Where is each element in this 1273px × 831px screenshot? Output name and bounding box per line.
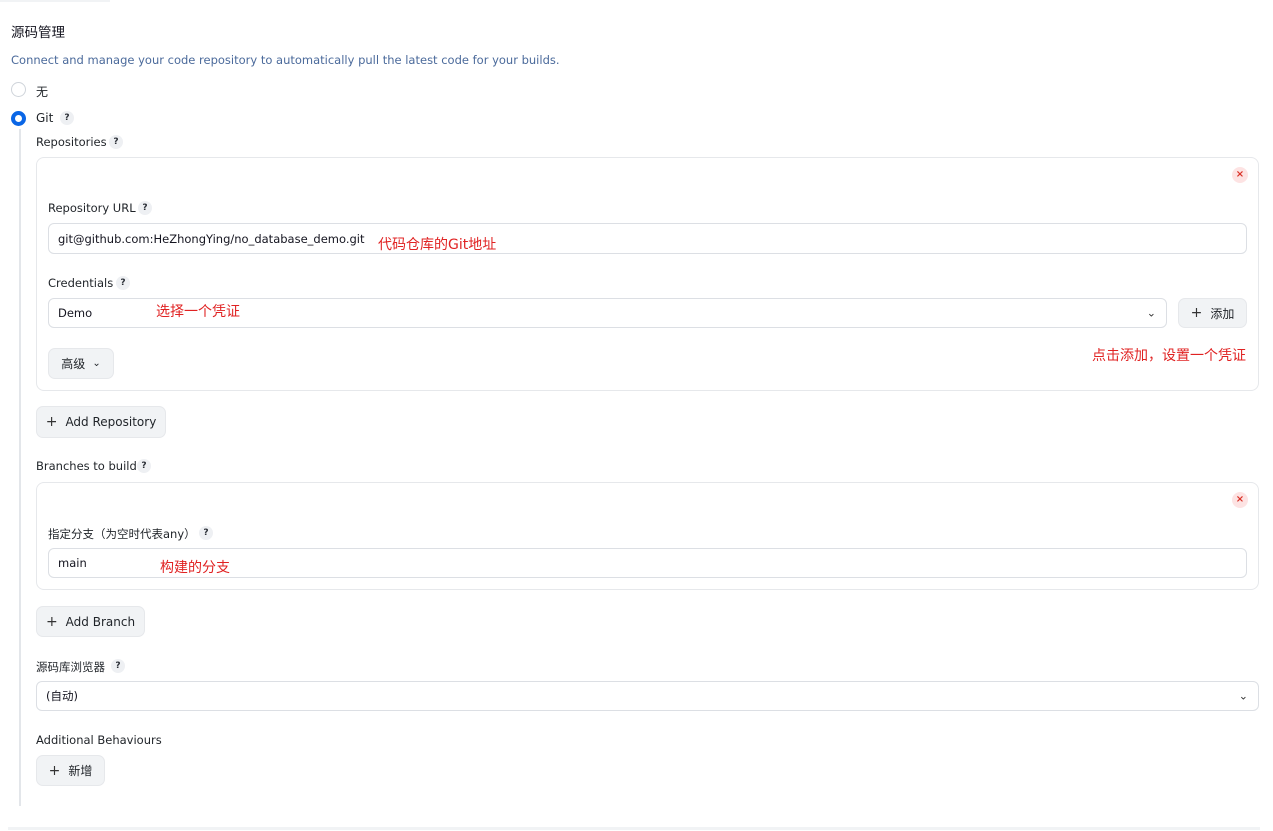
add-credential-button[interactable]: + 添加	[1178, 298, 1247, 328]
plus-icon: +	[1190, 305, 1203, 321]
chevron-down-icon: ⌄	[1146, 306, 1156, 320]
add-repository-label: Add Repository	[65, 415, 157, 429]
add-branch-button[interactable]: + Add Branch	[36, 606, 145, 637]
add-repository-button[interactable]: + Add Repository	[36, 406, 166, 438]
repository-browser-help-icon[interactable]: ?	[111, 659, 125, 673]
branch-specifier-value: main	[58, 556, 87, 570]
scm-none-radio[interactable]	[11, 82, 26, 97]
chevron-down-icon: ⌄	[92, 358, 101, 369]
additional-behaviours-label: Additional Behaviours	[36, 733, 162, 747]
repositories-help-icon[interactable]: ?	[109, 135, 123, 149]
branch-specifier-label: 指定分支（为空时代表any）	[48, 527, 196, 541]
repository-panel	[36, 157, 1259, 391]
section-title: 源码管理	[11, 25, 65, 41]
branches-label: Branches to build	[36, 459, 137, 473]
repository-browser-label: 源码库浏览器	[36, 660, 105, 674]
branch-specifier-help-icon[interactable]: ?	[199, 526, 213, 540]
credentials-label: Credentials	[48, 276, 114, 290]
chevron-down-icon: ⌄	[1238, 689, 1248, 703]
add-behaviour-label: 新增	[68, 764, 93, 778]
repository-url-help-icon[interactable]: ?	[138, 201, 152, 215]
plus-icon: +	[48, 762, 61, 779]
annotation-repo-url: 代码仓库的Git地址	[378, 237, 497, 253]
plus-icon: +	[45, 613, 58, 630]
plus-icon: +	[45, 414, 58, 430]
repository-url-input[interactable]: git@github.com:HeZhongYing/no_database_d…	[48, 223, 1247, 254]
branches-help-icon[interactable]: ?	[137, 459, 151, 473]
section-description: Connect and manage your code repository …	[11, 53, 560, 67]
scm-git-label[interactable]: Git	[36, 111, 53, 125]
repository-browser-value: (自动)	[46, 689, 78, 703]
delete-repository-icon[interactable]: ×	[1232, 167, 1248, 183]
top-divider	[0, 0, 110, 2]
scm-none-label[interactable]: 无	[36, 83, 48, 100]
annotation-add-credential: 点击添加，设置一个凭证	[1092, 348, 1246, 364]
credentials-help-icon[interactable]: ?	[116, 276, 130, 290]
repository-url-value: git@github.com:HeZhongYing/no_database_d…	[58, 231, 365, 246]
scm-git-radio[interactable]	[11, 111, 26, 126]
advanced-button[interactable]: 高级 ⌄	[48, 348, 114, 379]
repository-url-label: Repository URL	[48, 201, 136, 215]
credentials-value: Demo	[58, 306, 93, 320]
annotation-credentials: 选择一个凭证	[156, 304, 240, 320]
add-credential-label: 添加	[1210, 306, 1235, 321]
bottom-divider	[8, 827, 1260, 830]
git-options-indent-line	[19, 129, 21, 806]
add-behaviour-button[interactable]: + 新增	[36, 755, 105, 786]
delete-branch-icon[interactable]: ×	[1232, 492, 1248, 508]
repository-browser-select[interactable]: (自动) ⌄	[36, 681, 1259, 711]
annotation-branch: 构建的分支	[160, 560, 230, 576]
advanced-label: 高级	[61, 357, 86, 371]
repositories-label: Repositories	[36, 135, 107, 149]
git-help-icon[interactable]: ?	[60, 111, 74, 125]
add-branch-label: Add Branch	[65, 614, 136, 629]
